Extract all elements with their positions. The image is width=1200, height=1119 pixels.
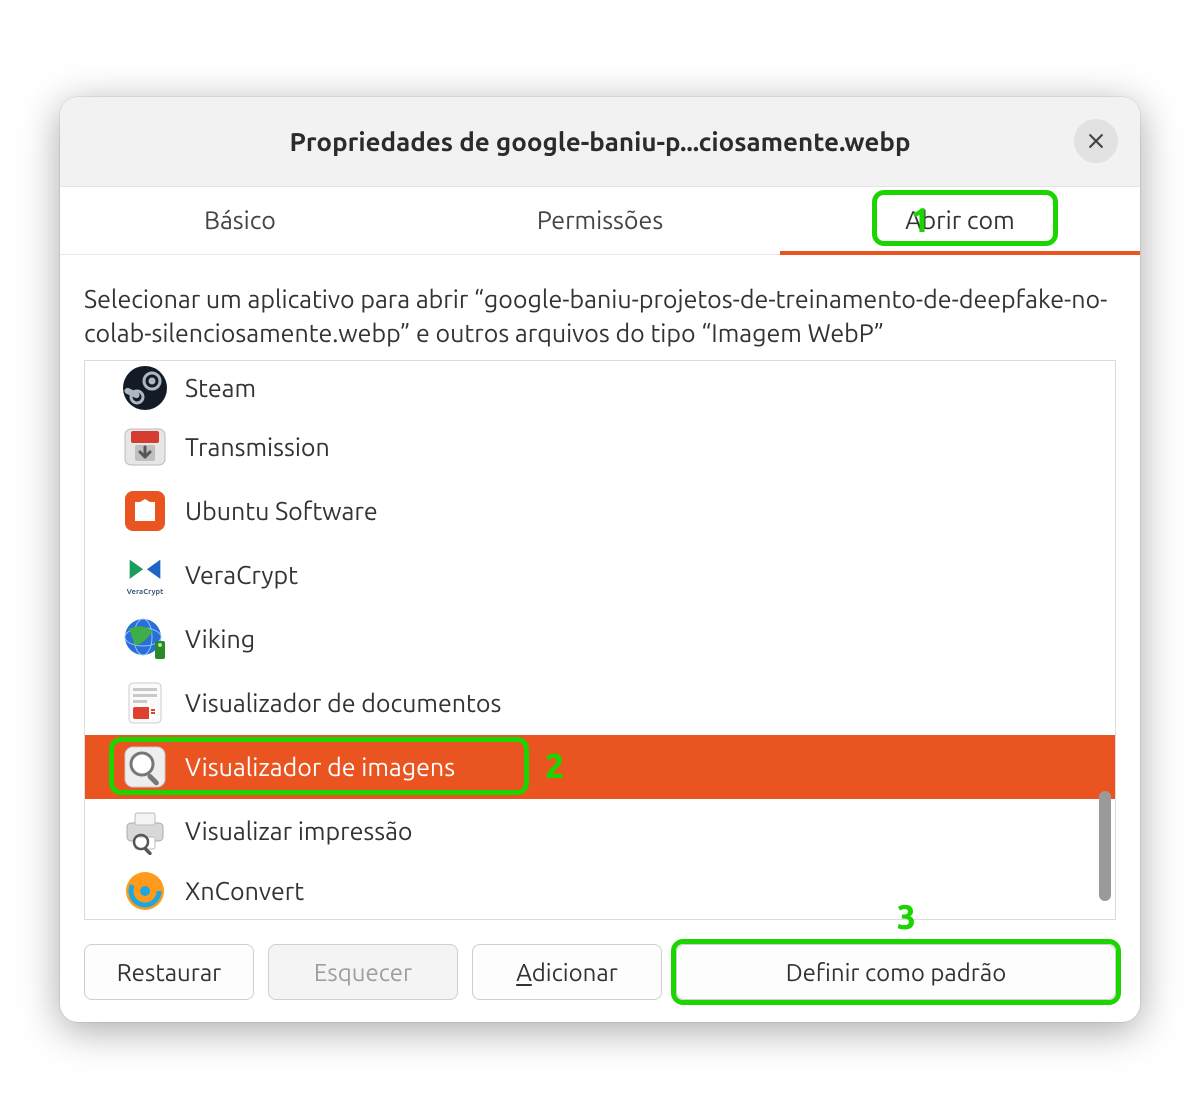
app-label: XnConvert xyxy=(185,877,304,905)
button-row: Restaurar Esquecer Adicionar Definir com… xyxy=(84,944,1116,1000)
tab-permissions[interactable]: Permissões xyxy=(420,187,780,254)
annotation-number-2: 2 xyxy=(545,747,564,785)
application-listbox[interactable]: Steam Transmission Ubuntu Software xyxy=(84,360,1116,920)
forget-button[interactable]: Esquecer xyxy=(268,944,458,1000)
xnconvert-icon xyxy=(119,865,171,917)
app-label: Ubuntu Software xyxy=(185,497,378,525)
svg-text:VeraCrypt: VeraCrypt xyxy=(127,588,165,596)
content-area: Selecionar um aplicativo para abrir “goo… xyxy=(60,255,1140,1023)
restore-button[interactable]: Restaurar xyxy=(84,944,254,1000)
button-label: Definir como padrão xyxy=(786,959,1007,986)
list-inner: Steam Transmission Ubuntu Software xyxy=(85,361,1115,919)
add-button[interactable]: Adicionar xyxy=(472,944,662,1000)
app-row-transmission[interactable]: Transmission xyxy=(85,415,1115,479)
button-label: Esquecer xyxy=(314,959,412,986)
set-default-button[interactable]: Definir como padrão xyxy=(676,944,1116,1000)
close-icon xyxy=(1086,131,1106,151)
ubuntu-software-icon xyxy=(119,485,171,537)
tab-label: Abrir com xyxy=(905,206,1014,234)
app-row-ubuntu-software[interactable]: Ubuntu Software xyxy=(85,479,1115,543)
app-label: Viking xyxy=(185,625,255,653)
button-label: Adicionar xyxy=(516,959,618,986)
tab-label: Básico xyxy=(204,206,276,234)
app-row-print-preview[interactable]: Visualizar impressão xyxy=(85,799,1115,863)
tab-label: Permissões xyxy=(537,206,663,234)
veracrypt-icon: VeraCrypt xyxy=(119,549,171,601)
app-row-viking[interactable]: Viking xyxy=(85,607,1115,671)
image-viewer-icon xyxy=(119,741,171,793)
tab-open-with[interactable]: Abrir com xyxy=(780,187,1140,254)
app-label: Visualizar impressão xyxy=(185,817,413,845)
tabbar: Básico Permissões Abrir com 1 xyxy=(60,187,1140,255)
app-row-xnconvert[interactable]: XnConvert xyxy=(85,863,1115,919)
app-row-document-viewer[interactable]: Visualizador de documentos xyxy=(85,671,1115,735)
viking-icon xyxy=(119,613,171,665)
print-preview-icon xyxy=(119,805,171,857)
app-label: Visualizador de imagens xyxy=(185,753,455,781)
app-row-veracrypt[interactable]: VeraCrypt VeraCrypt xyxy=(85,543,1115,607)
app-row-image-viewer[interactable]: Visualizador de imagens 2 xyxy=(85,735,1115,799)
document-viewer-icon xyxy=(119,677,171,729)
close-button[interactable] xyxy=(1074,119,1118,163)
scrollbar-thumb[interactable] xyxy=(1099,791,1111,901)
steam-icon xyxy=(119,362,171,414)
headerbar: Propriedades de google-baniu-p...ciosame… xyxy=(60,97,1140,187)
properties-dialog: Propriedades de google-baniu-p...ciosame… xyxy=(60,97,1140,1023)
window-title: Propriedades de google-baniu-p...ciosame… xyxy=(289,127,910,156)
button-label: Restaurar xyxy=(117,959,222,986)
app-label: Visualizador de documentos xyxy=(185,689,501,717)
tab-basic[interactable]: Básico xyxy=(60,187,420,254)
app-label: VeraCrypt xyxy=(185,561,298,589)
app-row-steam[interactable]: Steam xyxy=(85,361,1115,415)
transmission-icon xyxy=(119,421,171,473)
app-label: Transmission xyxy=(185,433,330,461)
description-text: Selecionar um aplicativo para abrir “goo… xyxy=(84,283,1116,351)
app-label: Steam xyxy=(185,374,256,402)
